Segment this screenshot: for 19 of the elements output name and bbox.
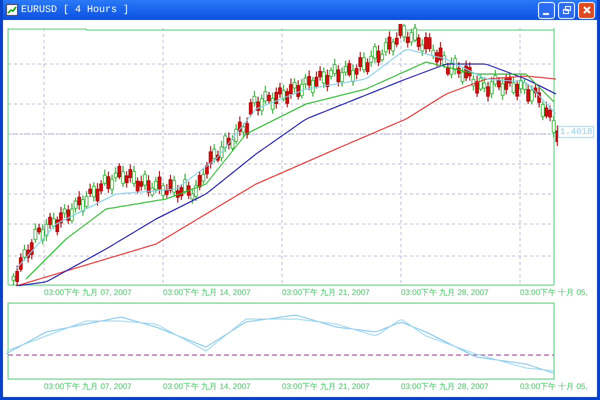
- time-label: 03:00下午 九月 14, 2007: [163, 381, 252, 393]
- time-label: 03:00下午 九月 07, 2007: [44, 287, 133, 299]
- close-icon: [582, 5, 592, 15]
- time-label: 03:00下午 十月 05,: [520, 381, 589, 393]
- time-label: 03:00下午 十月 05,: [520, 287, 589, 299]
- time-label: 03:00下午 九月 21, 2007: [282, 287, 371, 299]
- minimize-icon: [542, 13, 548, 15]
- close-button[interactable]: [578, 2, 595, 18]
- time-label: 03:00下午 九月 14, 2007: [163, 287, 252, 299]
- restore-button[interactable]: [558, 2, 575, 18]
- time-label: 03:00下午 九月 07, 2007: [44, 381, 133, 393]
- time-label: 03:00下午 九月 28, 2007: [401, 287, 490, 299]
- window-title: EURUSD [ 4 Hours ]: [21, 4, 130, 16]
- time-label: 03:00下午 九月 28, 2007: [401, 381, 490, 393]
- minimize-button[interactable]: [538, 2, 555, 18]
- time-label: 03:00下午 九月 21, 2007: [282, 381, 371, 393]
- chart-icon: [6, 4, 18, 16]
- price-label: 1.4018: [558, 126, 594, 138]
- restore-icon: [562, 5, 572, 15]
